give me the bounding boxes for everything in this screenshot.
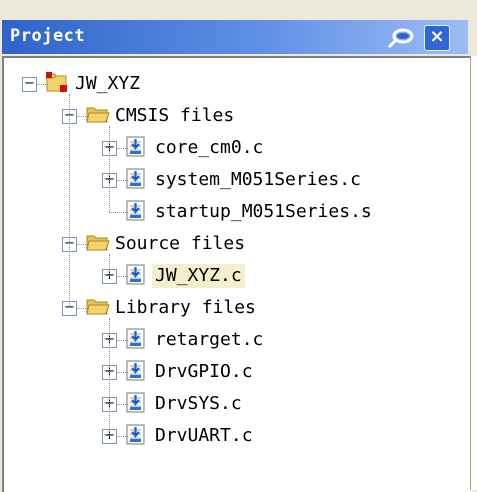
group-label: CMSIS files xyxy=(115,105,235,126)
tree-file[interactable]: + core_cm0.c xyxy=(4,132,464,164)
tree-file[interactable]: + DrvSYS.c xyxy=(4,388,464,420)
tree-file[interactable]: + DrvGPIO.c xyxy=(4,356,464,388)
tree-connector xyxy=(109,212,128,213)
panel-title: Project xyxy=(10,26,86,46)
tree-connector xyxy=(117,148,128,149)
tree-connector xyxy=(117,180,128,181)
tree-connector xyxy=(117,276,128,277)
tree-group[interactable]: − CMSIS files xyxy=(4,100,464,132)
project-tree[interactable]: − JW_XYZ − CMSIS files + core_cm0.c + syste… xyxy=(2,56,472,492)
file-label: JW_XYZ.c xyxy=(152,264,245,288)
close-icon: × xyxy=(429,26,445,47)
tree-file[interactable]: + DrvUART.c xyxy=(4,420,464,452)
tree-connector xyxy=(109,254,110,276)
asm-file-icon xyxy=(126,200,146,226)
project-panel: Project × − JW_XYZ − CMSIS files + core_… xyxy=(0,0,477,492)
group-label: Library files xyxy=(115,297,256,318)
c-file-icon xyxy=(126,360,146,386)
tree-connector xyxy=(77,116,88,117)
c-file-icon xyxy=(126,136,146,162)
tree-connector xyxy=(77,244,88,245)
c-file-icon xyxy=(126,168,146,194)
tree-root[interactable]: − JW_XYZ xyxy=(4,68,464,100)
editor-edge xyxy=(470,56,477,490)
file-label: DrvGPIO.c xyxy=(155,361,253,382)
file-label: retarget.c xyxy=(155,329,264,350)
tree-group[interactable]: − Library files xyxy=(4,292,464,324)
tree-connector xyxy=(77,308,88,309)
root-label: JW_XYZ xyxy=(75,73,141,94)
folder-open-icon xyxy=(86,232,110,256)
tree-connector xyxy=(109,318,110,436)
tree-connector xyxy=(117,372,128,373)
panel-titlebar[interactable]: Project × xyxy=(2,20,468,54)
pin-icon[interactable] xyxy=(387,25,417,49)
file-label: DrvUART.c xyxy=(155,425,253,446)
tree-file[interactable]: + system_M051Series.c xyxy=(4,164,464,196)
c-file-icon xyxy=(126,328,146,354)
project-icon xyxy=(46,72,68,98)
c-file-icon xyxy=(126,424,146,450)
tree-connector xyxy=(117,340,128,341)
group-label: Source files xyxy=(115,233,246,254)
tree-connector xyxy=(37,84,48,85)
tree-view: − JW_XYZ − CMSIS files + core_cm0.c + syste… xyxy=(4,58,470,492)
tree-connector xyxy=(109,126,110,212)
folder-open-icon xyxy=(86,104,110,128)
tree-file[interactable]: + retarget.c xyxy=(4,324,464,356)
file-label: core_cm0.c xyxy=(155,137,264,158)
c-file-icon xyxy=(126,264,146,290)
tree-connector xyxy=(69,94,70,308)
file-label: system_M051Series.c xyxy=(155,169,361,190)
tree-connector xyxy=(117,404,128,405)
tree-file[interactable]: startup_M051Series.s xyxy=(4,196,464,228)
close-button[interactable]: × xyxy=(424,25,450,51)
collapse-toggle[interactable]: − xyxy=(22,77,37,92)
file-label: DrvSYS.c xyxy=(155,393,242,414)
tree-group[interactable]: − Source files xyxy=(4,228,464,260)
file-label: startup_M051Series.s xyxy=(155,201,372,222)
tree-connector xyxy=(117,436,128,437)
tree-file[interactable]: + JW_XYZ.c xyxy=(4,260,464,292)
c-file-icon xyxy=(126,392,146,418)
folder-open-icon xyxy=(86,296,110,320)
